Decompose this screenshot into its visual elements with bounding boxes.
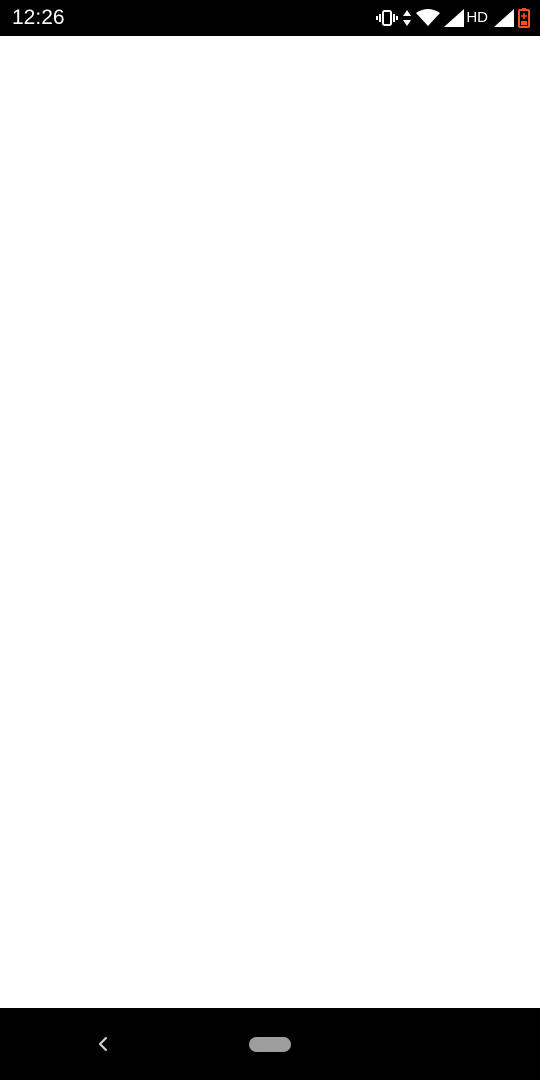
signal-icon xyxy=(444,9,465,27)
back-icon[interactable] xyxy=(92,1032,116,1056)
vibrate-icon xyxy=(376,9,399,27)
data-arrows-icon xyxy=(402,9,412,27)
blank-content-area xyxy=(0,36,540,1008)
battery-charging-icon xyxy=(518,8,530,28)
phone-screen: 12:26 HD xyxy=(0,0,540,1080)
signal-icon xyxy=(494,9,514,27)
status-time: 12:26 xyxy=(12,6,65,29)
navigation-bar xyxy=(0,1008,540,1080)
status-bar: 12:26 HD xyxy=(0,0,540,36)
network-type-label: HD xyxy=(466,9,488,26)
home-button[interactable] xyxy=(249,1037,291,1052)
wifi-icon xyxy=(416,9,441,27)
status-icons: HD xyxy=(376,6,530,30)
